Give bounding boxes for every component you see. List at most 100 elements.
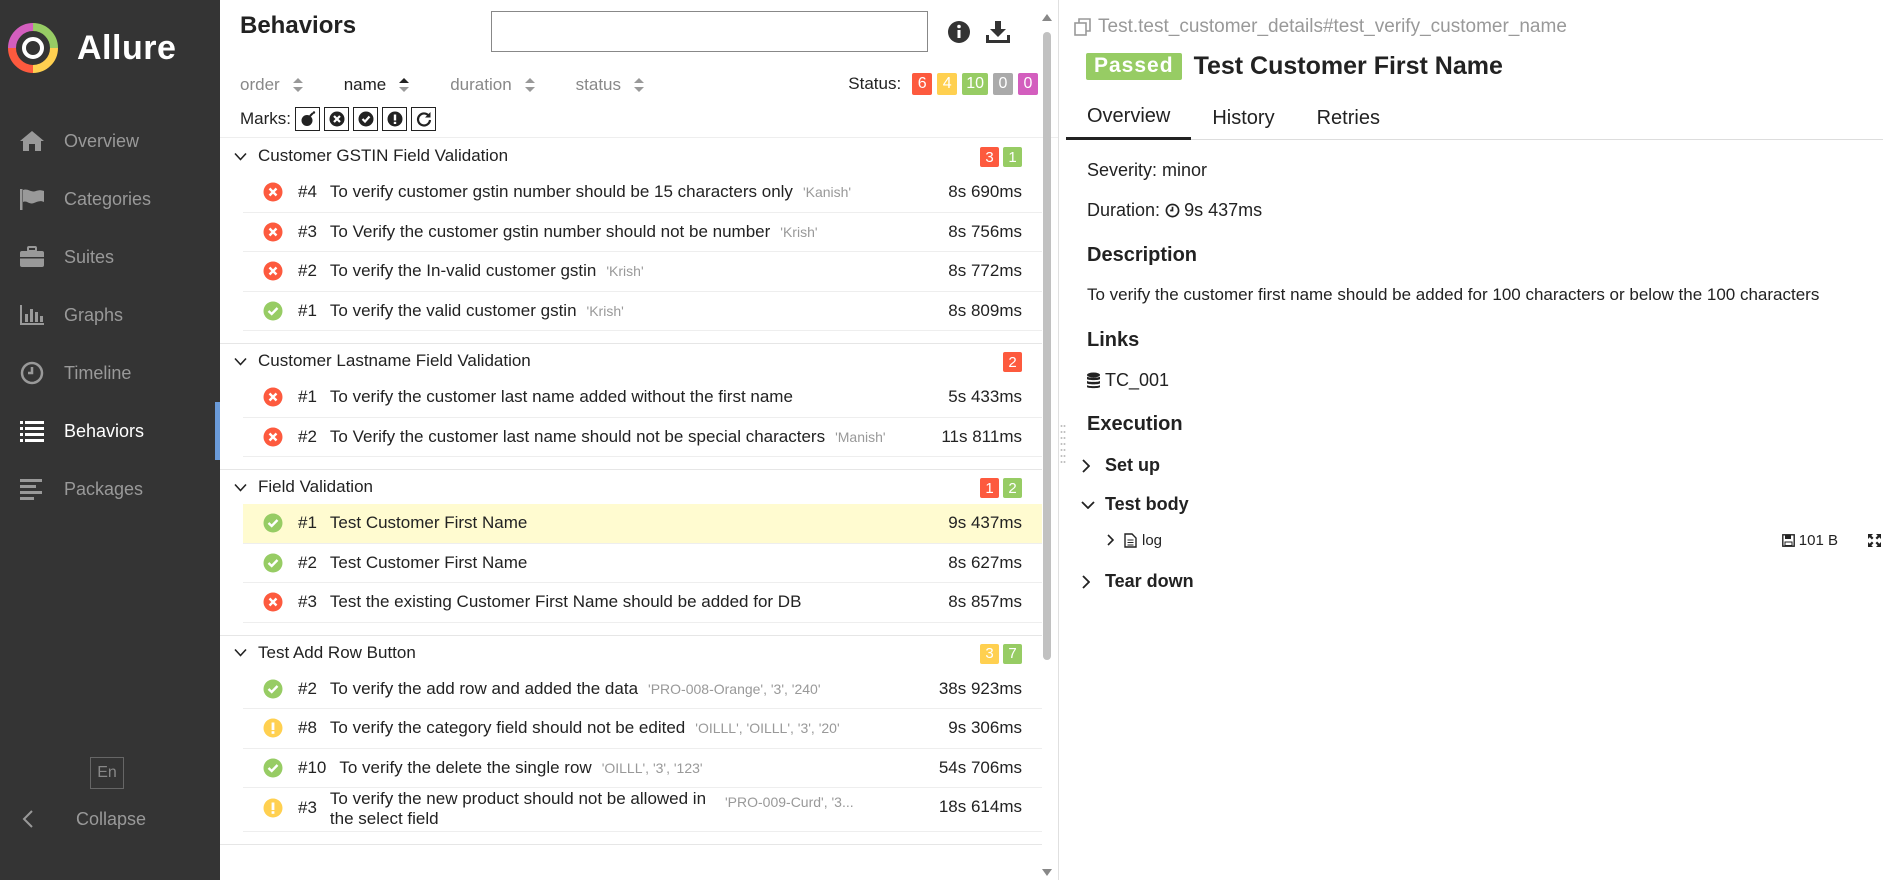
test-number: #3 [298,221,317,241]
behaviors-tree: Customer GSTIN Field Validation 3 1 #4 To ve… [220,139,1042,845]
test-row[interactable]: #1 Test Customer First Name 9s 437ms [243,504,1042,544]
test-name: To verify the customer last name added w… [329,387,793,407]
step-set-up[interactable]: Set up [1081,455,1160,476]
sidebar-item-label: Timeline [64,362,132,383]
group-divider [220,331,1042,344]
test-params: 'PRO-009-Curd', '3... [725,794,854,810]
group-count-broken: 3 [980,643,999,664]
test-row[interactable]: #10 To verify the delete the single row 'O… [243,749,1042,788]
test-detail-pane: Test.test_customer_details#test_verify_c… [1066,0,1883,880]
status-filter-passed[interactable]: 10 [962,73,988,95]
test-row[interactable]: #3 To verify the new product should not b… [243,788,1042,832]
tms-link[interactable]: TC_001 [1086,370,1169,391]
test-duration: 8s 690ms [948,182,1022,202]
sort-label: status [575,75,622,94]
test-number: #1 [298,387,317,407]
test-row[interactable]: #8 To verify the category field should no… [243,709,1042,749]
sidebar-item-suites[interactable]: Suites [0,228,220,286]
test-params: 'Manish' [835,428,886,445]
brand-name: Allure [77,28,177,67]
group-count-passed: 7 [1003,643,1022,664]
status-filter-failed[interactable]: 6 [912,73,933,95]
group-counts: 2 [999,352,1022,372]
tab-history[interactable]: History [1191,96,1295,140]
group-counts: 31 [976,147,1022,167]
test-duration: 38s 923ms [938,678,1022,698]
bar-chart-icon [18,303,46,327]
test-row[interactable]: #3 Test the existing Customer First Name … [243,583,1042,623]
status-filter-unknown[interactable]: 0 [1018,73,1038,95]
download-icon[interactable] [985,20,1010,44]
duration-row: Duration: 9s 437ms [1087,200,1262,221]
test-params: 'PRO-008-Orange', '3', '240' [648,680,821,697]
info-icon[interactable] [947,20,971,44]
new-passed-mark-button[interactable] [353,107,378,131]
sidebar-item-categories[interactable]: Categories [0,170,220,228]
tree-group-header[interactable]: Field Validation 1 2 [220,470,1042,504]
test-row[interactable]: #2 To verify the In-valid customer gstin '… [243,252,1042,292]
failed-status-icon [263,261,283,281]
test-params: 'OILLL', 'OILLL', '3', '20' [695,720,840,737]
attachment-size-value: 101 B [1798,531,1838,549]
test-duration: 18s 614ms [938,797,1022,816]
test-row[interactable]: #3 To Verify the customer gstin number sh… [243,213,1042,252]
status-filter-skipped[interactable]: 0 [993,73,1013,95]
test-row[interactable]: #1 To verify the valid customer gstin 'Kri… [243,292,1042,331]
marks-label: Marks: [240,109,291,128]
sidebar-item-timeline[interactable]: Timeline [0,344,220,402]
test-row[interactable]: #2 Test Customer First Name 8s 627ms [243,544,1042,583]
chevron-down-icon [234,483,250,492]
search-input[interactable] [491,11,928,52]
test-row[interactable]: #4 To verify customer gstin number should… [243,173,1042,213]
sidebar-item-label: Behaviors [64,420,145,441]
tree-group-header[interactable]: Test Add Row Button 3 7 [220,636,1042,670]
test-row[interactable]: #2 To verify the add row and added the da… [243,670,1042,709]
sidebar-item-overview[interactable]: Overview [0,112,220,170]
sidebar-item-label: Graphs [64,304,124,325]
flaky-mark-button[interactable] [295,107,320,131]
sort-status[interactable]: status [576,75,645,95]
exclamation-circle-icon [387,111,402,127]
sort-name[interactable]: name [344,75,411,95]
new-broken-mark-button[interactable] [382,107,407,131]
collapse-button[interactable]: Collapse [22,804,146,834]
step-test-body[interactable]: Test body [1081,494,1189,515]
chevron-down-icon [234,152,250,161]
sort-label: order [240,75,280,94]
sort-order[interactable]: order [240,75,304,95]
test-name: To verify the valid customer gstin [329,300,577,320]
check-circle-icon [358,111,373,127]
tree-group-header[interactable]: Customer Lastname Field Validation 2 [220,344,1042,378]
breadcrumb[interactable]: Test.test_customer_details#test_verify_c… [1074,16,1567,38]
test-number: #8 [298,718,317,738]
sidebar-item-behaviors[interactable]: Behaviors [0,402,220,460]
status-filter-broken[interactable]: 4 [937,73,958,95]
test-row[interactable]: #1 To verify the customer last name added… [243,378,1042,418]
test-name: To verify the new product should not be … [329,789,707,828]
group-count-failed: 3 [980,147,999,167]
brand[interactable]: Allure [0,0,220,96]
tree-group-header[interactable]: Customer GSTIN Field Validation 3 1 [220,139,1042,173]
step-tear-down[interactable]: Tear down [1081,571,1194,592]
tab-retries[interactable]: Retries [1296,96,1401,140]
retries-mark-button[interactable] [411,107,436,131]
test-duration: 8s 809ms [948,300,1022,320]
failed-status-icon [263,427,283,447]
description-heading: Description [1087,244,1198,266]
attachment-size: 101 B [1781,531,1838,549]
links-heading: Links [1087,329,1140,351]
new-failed-mark-button[interactable] [324,107,349,131]
test-row[interactable]: #2 To Verify the customer last name shoul… [243,418,1042,457]
sidebar-item-packages[interactable]: Packages [0,460,220,518]
test-params: 'Krish' [606,263,644,280]
briefcase-icon [18,245,46,269]
tab-overview[interactable]: Overview [1066,96,1192,140]
expand-icon[interactable] [1867,533,1882,548]
chevron-down-icon [234,648,250,657]
sort-icon [399,78,410,92]
sidebar-item-graphs[interactable]: Graphs [0,286,220,344]
language-switch[interactable]: En [90,757,124,789]
scrollbar[interactable] [1040,12,1054,878]
sort-duration[interactable]: duration [450,75,535,95]
attachment-log[interactable]: log 101 B [1106,529,1882,551]
